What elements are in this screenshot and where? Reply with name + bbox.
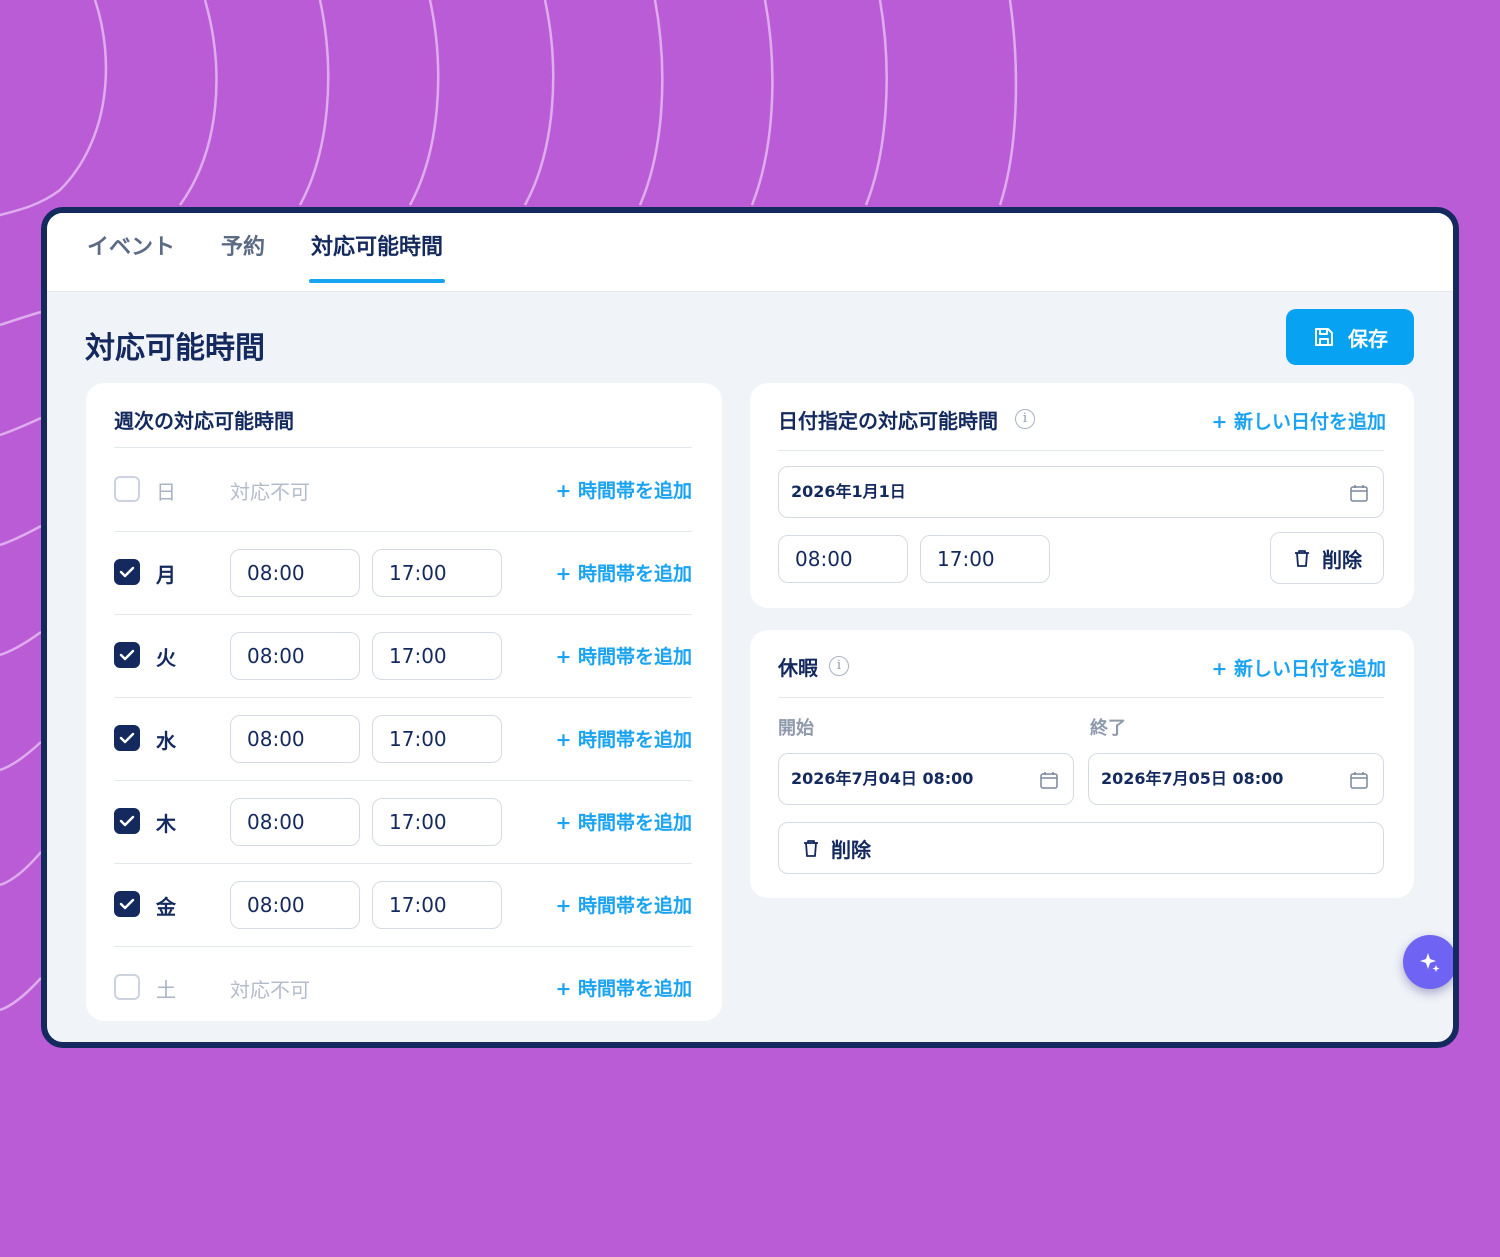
weekday-row: 木 08:00 17:00 + 時間帯を追加: [114, 781, 692, 864]
calendar-icon: [1350, 485, 1368, 502]
add-time-slot-link[interactable]: + 時間帯を追加: [555, 642, 692, 669]
weekday-row: 金 08:00 17:00 + 時間帯を追加: [114, 864, 692, 947]
vacation-end-input[interactable]: 2026年7月05日 08:00: [1088, 753, 1384, 805]
add-time-slot-link[interactable]: + 時間帯を追加: [555, 559, 692, 586]
app-window: イベント 予約 対応可能時間 対応可能時間 保存 週次の対応可能時間 日対応不可…: [41, 207, 1459, 1048]
start-time-input[interactable]: 08:00: [230, 881, 360, 929]
day-checkbox[interactable]: [114, 559, 140, 585]
add-vacation-date-link[interactable]: + 新しい日付を追加: [1211, 654, 1386, 681]
tab-bar: イベント 予約 対応可能時間: [47, 213, 1453, 292]
save-icon: [1315, 328, 1333, 346]
vacation-card: 休暇 i + 新しい日付を追加 開始 終了 2026年7月04日 08:00 2…: [750, 630, 1414, 898]
day-checkbox[interactable]: [114, 642, 140, 668]
add-time-slot-link[interactable]: + 時間帯を追加: [555, 891, 692, 918]
vacation-start-value: 2026年7月04日 08:00: [791, 769, 974, 788]
day-label: 土: [156, 978, 176, 1002]
add-time-slot-link[interactable]: + 時間帯を追加: [555, 808, 692, 835]
date-specific-start-time[interactable]: 08:00: [778, 535, 908, 583]
vacation-title: 休暇: [778, 656, 818, 680]
check-icon: [119, 566, 135, 578]
start-time-input[interactable]: 08:00: [230, 549, 360, 597]
day-label: 木: [156, 812, 176, 836]
day-label: 日: [156, 480, 176, 504]
add-date-link[interactable]: + 新しい日付を追加: [1211, 407, 1386, 434]
day-label: 水: [156, 729, 176, 753]
unavailable-label: 対応不可: [230, 480, 310, 504]
add-time-slot-link[interactable]: + 時間帯を追加: [555, 974, 692, 1001]
weekly-title: 週次の対応可能時間: [114, 409, 294, 433]
ai-assistant-button[interactable]: [1403, 935, 1453, 989]
calendar-icon: [1040, 772, 1058, 789]
day-checkbox[interactable]: [114, 725, 140, 751]
end-time-input[interactable]: 17:00: [372, 715, 502, 763]
date-specific-end-time[interactable]: 17:00: [920, 535, 1050, 583]
sparkle-icon: [1420, 953, 1440, 972]
date-specific-card: 日付指定の対応可能時間 i + 新しい日付を追加 2026年1月1日 08:00…: [750, 383, 1414, 608]
check-icon: [119, 649, 135, 661]
start-time-input[interactable]: 08:00: [230, 715, 360, 763]
start-time-input[interactable]: 08:00: [230, 798, 360, 846]
vacation-start-label: 開始: [778, 718, 814, 739]
info-icon[interactable]: i: [829, 656, 849, 676]
tab-bookings[interactable]: 予約: [219, 229, 267, 285]
day-label: 月: [156, 563, 176, 587]
date-value: 2026年1月1日: [791, 482, 906, 501]
end-time-input[interactable]: 17:00: [372, 881, 502, 929]
unavailable-label: 対応不可: [230, 978, 310, 1002]
tab-events[interactable]: イベント: [85, 229, 177, 285]
check-icon: [119, 815, 135, 827]
weekday-row: 土 対応不可 + 時間帯を追加: [114, 947, 692, 1030]
day-label: 金: [156, 895, 176, 919]
weekday-row: 火 08:00 17:00 + 時間帯を追加: [114, 615, 692, 698]
add-time-slot-link[interactable]: + 時間帯を追加: [555, 476, 692, 503]
end-time-input[interactable]: 17:00: [372, 549, 502, 597]
divider: [114, 447, 692, 448]
vacation-delete-button[interactable]: 削除: [778, 822, 1384, 874]
trash-icon: [804, 840, 818, 857]
weekday-row: 水 08:00 17:00 + 時間帯を追加: [114, 698, 692, 781]
date-specific-delete-button[interactable]: 削除: [1270, 532, 1384, 584]
vacation-end-label: 終了: [1090, 718, 1126, 739]
day-label: 火: [156, 646, 176, 670]
day-checkbox[interactable]: [114, 476, 140, 502]
delete-label: 削除: [1322, 547, 1362, 572]
add-time-slot-link[interactable]: + 時間帯を追加: [555, 725, 692, 752]
divider: [778, 450, 1384, 451]
day-checkbox[interactable]: [114, 808, 140, 834]
weekday-row: 日 対応不可 + 時間帯を追加: [114, 449, 692, 532]
vacation-start-input[interactable]: 2026年7月04日 08:00: [778, 753, 1074, 805]
day-checkbox[interactable]: [114, 891, 140, 917]
trash-icon: [1295, 550, 1309, 567]
page-title: 対応可能時間: [85, 331, 265, 366]
divider: [778, 697, 1384, 698]
vacation-end-value: 2026年7月05日 08:00: [1101, 769, 1284, 788]
date-specific-date-input[interactable]: 2026年1月1日: [778, 466, 1384, 518]
tab-availability[interactable]: 対応可能時間: [309, 229, 446, 285]
weekday-row: 月 08:00 17:00 + 時間帯を追加: [114, 532, 692, 615]
end-time-input[interactable]: 17:00: [372, 632, 502, 680]
save-button-label: 保存: [1348, 326, 1388, 351]
start-time-input[interactable]: 08:00: [230, 632, 360, 680]
weekly-availability-card: 週次の対応可能時間 日対応不可 + 時間帯を追加月 08:00 17:00 + 時間帯を…: [86, 383, 722, 1021]
date-specific-title: 日付指定の対応可能時間: [778, 409, 998, 433]
check-icon: [119, 732, 135, 744]
day-checkbox[interactable]: [114, 974, 140, 1000]
delete-label: 削除: [831, 837, 871, 862]
check-icon: [119, 898, 135, 910]
info-icon[interactable]: i: [1015, 409, 1035, 429]
calendar-icon: [1350, 772, 1368, 789]
save-button[interactable]: 保存: [1286, 309, 1414, 365]
end-time-input[interactable]: 17:00: [372, 798, 502, 846]
